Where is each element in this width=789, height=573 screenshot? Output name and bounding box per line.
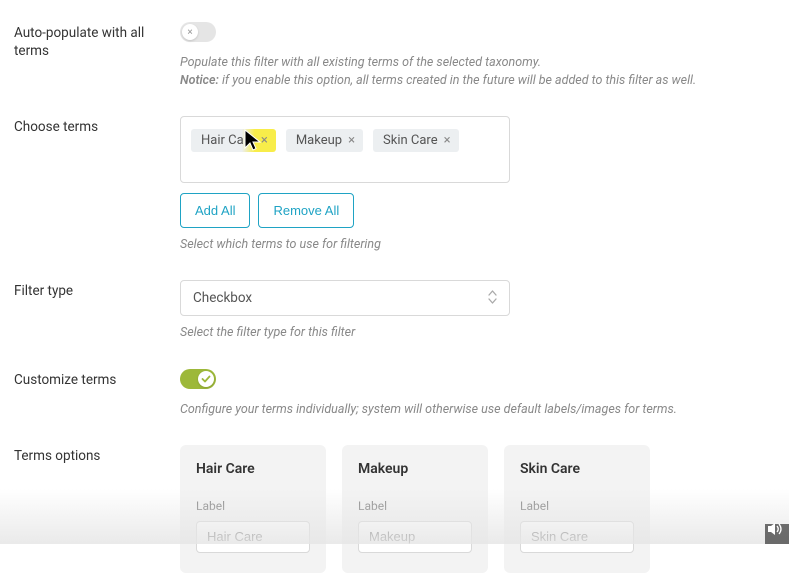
term-card-title: Hair Care (196, 461, 310, 477)
term-card-label-heading: Label (358, 499, 472, 513)
check-icon (198, 371, 214, 387)
remove-all-button[interactable]: Remove All (258, 193, 354, 228)
tag-remove-icon[interactable]: × (348, 134, 355, 147)
volume-icon[interactable] (767, 522, 783, 540)
customize-terms-label: Customize terms (0, 369, 180, 389)
tag-label: Skin Care (383, 133, 438, 148)
auto-populate-toggle[interactable]: × (180, 22, 216, 42)
term-card-label-heading: Label (520, 499, 634, 513)
tag-makeup[interactable]: Makeup × (286, 129, 363, 152)
auto-populate-label: Auto-populate with all terms (0, 22, 180, 60)
tag-label: Makeup (296, 133, 342, 148)
filter-type-helper: Select the filter type for this filter (180, 324, 700, 342)
chevron-updown-icon (488, 290, 497, 306)
term-label-input[interactable] (358, 521, 472, 553)
select-value: Checkbox (193, 290, 252, 306)
choose-terms-label: Choose terms (0, 116, 180, 136)
customize-terms-helper: Configure your terms individually; syste… (180, 401, 700, 419)
term-card-makeup: Makeup Label (342, 445, 488, 573)
terms-options-label: Terms options (0, 445, 180, 465)
term-card-skin-care: Skin Care Label (504, 445, 650, 573)
add-all-button[interactable]: Add All (180, 193, 250, 228)
term-card-title: Makeup (358, 461, 472, 477)
tag-label: Hair Care (201, 133, 255, 148)
tag-hair-care[interactable]: Hair Care × (191, 129, 276, 152)
choose-terms-helper: Select which terms to use for filtering (180, 236, 700, 254)
tag-remove-icon[interactable]: × (444, 134, 451, 147)
auto-populate-helper: Populate this filter with all existing t… (180, 54, 700, 90)
term-label-input[interactable] (196, 521, 310, 553)
close-icon: × (182, 24, 198, 40)
filter-type-select[interactable]: Checkbox (180, 280, 510, 316)
tag-skin-care[interactable]: Skin Care × (373, 129, 459, 152)
filter-type-label: Filter type (0, 280, 180, 300)
term-card-label-heading: Label (196, 499, 310, 513)
tag-remove-icon[interactable]: × (261, 134, 268, 147)
terms-tag-input[interactable]: Hair Care × Makeup × Skin Care × (180, 116, 510, 183)
term-card-title: Skin Care (520, 461, 634, 477)
customize-terms-toggle[interactable] (180, 369, 216, 389)
term-label-input[interactable] (520, 521, 634, 553)
term-card-hair-care: Hair Care Label (180, 445, 326, 573)
